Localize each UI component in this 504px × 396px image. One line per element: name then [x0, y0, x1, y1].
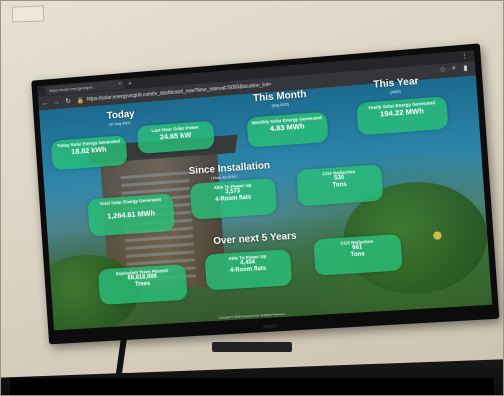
photo-border	[0, 0, 504, 396]
